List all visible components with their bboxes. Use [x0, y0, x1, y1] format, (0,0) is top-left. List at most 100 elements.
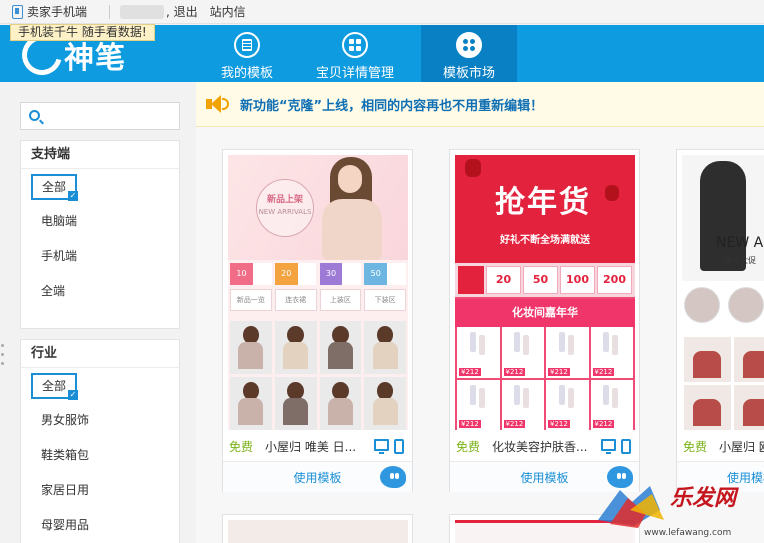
- market-grid-icon: [456, 32, 482, 58]
- template-title[interactable]: 小屋归 唯美 日...: [265, 438, 365, 455]
- template-list-icon: [234, 32, 260, 58]
- watermark-brand: 乐发网: [670, 485, 737, 511]
- card-info: 免费 小屋归 唯美 日...: [223, 433, 412, 459]
- lantern-icon: [605, 185, 619, 201]
- use-template-label: 使用模板: [520, 470, 569, 485]
- section-band: 化妆间嘉年华: [455, 299, 635, 327]
- desktop-icon: [374, 439, 389, 454]
- hero-subline: 年终大促: [724, 256, 756, 265]
- resize-handle[interactable]: [1, 344, 4, 371]
- hero-banner: NEW A 年终大促: [682, 155, 764, 281]
- filter-support-all-devices[interactable]: 全端: [21, 274, 179, 309]
- use-template-label: 使用模板: [293, 470, 342, 485]
- template-title[interactable]: 化妆美容护肤香...: [492, 438, 592, 455]
- nav-item-details[interactable]: 宝贝详情管理: [301, 25, 409, 82]
- template-title[interactable]: 小屋归 欧: [719, 438, 764, 455]
- nav-my-templates[interactable]: 我的模板: [193, 25, 301, 82]
- new-arrivals-badge: 新品上架 NEW ARRIVALS: [256, 179, 314, 237]
- username-redacted: [120, 4, 165, 19]
- category-row: 新品一览 连衣裙 上装区 下装区: [230, 289, 406, 311]
- search-box: [20, 102, 180, 130]
- template-preview-image[interactable]: NEW A 年终大促: [682, 155, 764, 430]
- category-tab: 上装区: [319, 289, 362, 311]
- coupon: 50: [523, 266, 558, 294]
- coupon: 10: [230, 263, 272, 285]
- mobile-icon: [621, 439, 631, 454]
- filter-industry-shoes-bags[interactable]: 鞋类箱包: [21, 438, 179, 473]
- badge-main: 新品上架: [266, 195, 303, 205]
- hero-headline: NEW A: [716, 235, 764, 251]
- coupon-lead: [458, 266, 484, 294]
- coupon: 200: [597, 266, 632, 294]
- mascot-icon: [380, 466, 406, 488]
- category-tab: 下装区: [364, 289, 406, 311]
- search-input[interactable]: [47, 105, 175, 127]
- coupon-row: 10 20 30 50: [230, 263, 406, 285]
- coupon-value: 30: [319, 263, 343, 285]
- top-status-bar: 卖家手机端 , 退出 站内信: [0, 0, 764, 24]
- grid-icon: [342, 32, 368, 58]
- coupon-value: 50: [364, 263, 388, 285]
- watermark-logo-icon: [598, 486, 664, 528]
- mobile-icon: [394, 439, 404, 454]
- nav-template-market[interactable]: 模板市场: [421, 25, 517, 82]
- filter-industry-baby[interactable]: 母婴用品: [21, 508, 179, 543]
- price-free-badge: 免费: [229, 439, 254, 454]
- price-free-badge: 免费: [683, 439, 708, 454]
- filter-support-pc[interactable]: 电脑端: [21, 204, 179, 239]
- template-preview-image[interactable]: 抢年货 好礼不断全场满就送 20 50 100 200 化妆间嘉年华: [455, 155, 635, 430]
- filter-sidebar: 支持端 全部 电脑端 手机端 全端 行业 全部 男女服饰 鞋类箱包 家居日用 母…: [0, 82, 196, 543]
- panel-title: 支持端: [21, 141, 179, 169]
- product-grid: [684, 337, 764, 430]
- template-card[interactable]: [222, 514, 413, 543]
- search-icon: [29, 110, 40, 121]
- category-tab: 新品一览: [230, 289, 272, 311]
- model-figure: [314, 157, 392, 260]
- industry-filter-panel: 行业 全部 男女服饰 鞋类箱包 家居日用 母婴用品: [20, 339, 180, 543]
- coupon: 30: [319, 263, 362, 285]
- main-nav: 我的模板 宝贝详情管理 模板市场: [193, 25, 517, 82]
- logout-label: 退出: [173, 5, 198, 19]
- hero-headline: 抢年货: [495, 185, 591, 220]
- watermark-url: www.lefawang.com: [644, 528, 732, 538]
- filter-support-all[interactable]: 全部: [21, 169, 179, 204]
- filter-industry-all[interactable]: 全部: [21, 368, 179, 403]
- coupon: 20: [274, 263, 317, 285]
- nav-label: 模板市场: [442, 66, 495, 81]
- filter-industry-home[interactable]: 家居日用: [21, 473, 179, 508]
- seller-mobile-link[interactable]: 卖家手机端: [27, 3, 87, 20]
- use-template-button[interactable]: 使用模板: [223, 461, 412, 492]
- speaker-icon: [206, 94, 229, 114]
- card-info: 免费 小屋归 欧: [677, 433, 764, 459]
- coupon: 20: [486, 266, 521, 294]
- template-card[interactable]: 新品上架 NEW ARRIVALS 10 20 30 50 新品一览 连衣裙 上…: [222, 149, 413, 492]
- hero-subline: 好礼不断全场满就送: [500, 235, 590, 246]
- logout-link[interactable]: , 退出: [166, 3, 198, 20]
- coupon-row: 20 50 100 200: [455, 263, 635, 297]
- notice-text: 新功能“克隆”上线，相同的内容再也不用重新编辑！: [240, 98, 544, 114]
- mobile-tooltip: 手机装千牛 随手看数据!: [10, 24, 155, 41]
- filter-industry-apparel[interactable]: 男女服饰: [21, 403, 179, 438]
- template-card[interactable]: 抢年货 好礼不断全场满就送 20 50 100 200 化妆间嘉年华 免费 化妆…: [449, 149, 640, 492]
- messages-link[interactable]: 站内信: [210, 3, 246, 20]
- product-grid: [228, 321, 408, 430]
- panel-title: 行业: [21, 340, 179, 368]
- filter-support-mobile[interactable]: 手机端: [21, 239, 179, 274]
- mobile-phone-icon: [12, 4, 23, 19]
- site-watermark: 乐发网 www.lefawang.com: [590, 476, 764, 543]
- lantern-icon: [465, 159, 481, 177]
- coupon-value: 20: [274, 263, 298, 285]
- divider: [109, 4, 111, 19]
- card-info: 免费 化妆美容护肤香...: [450, 433, 639, 459]
- device-support: [601, 439, 631, 454]
- template-preview-image[interactable]: 新品上架 NEW ARRIVALS 10 20 30 50 新品一览 连衣裙 上…: [228, 155, 408, 430]
- filter-label: 全部: [31, 173, 79, 201]
- template-card[interactable]: NEW A 年终大促 免费 小屋归 欧 使用模板: [676, 149, 764, 492]
- price-free-badge: 免费: [456, 439, 481, 454]
- featured-circles: [684, 287, 764, 323]
- product-grid: [455, 327, 635, 430]
- category-tab: 连衣裙: [274, 289, 317, 311]
- template-market-main: 新功能“克隆”上线，相同的内容再也不用重新编辑！ 新品上架 NEW ARRIVA…: [196, 82, 764, 543]
- device-support: [374, 439, 404, 454]
- coupon: 50: [364, 263, 406, 285]
